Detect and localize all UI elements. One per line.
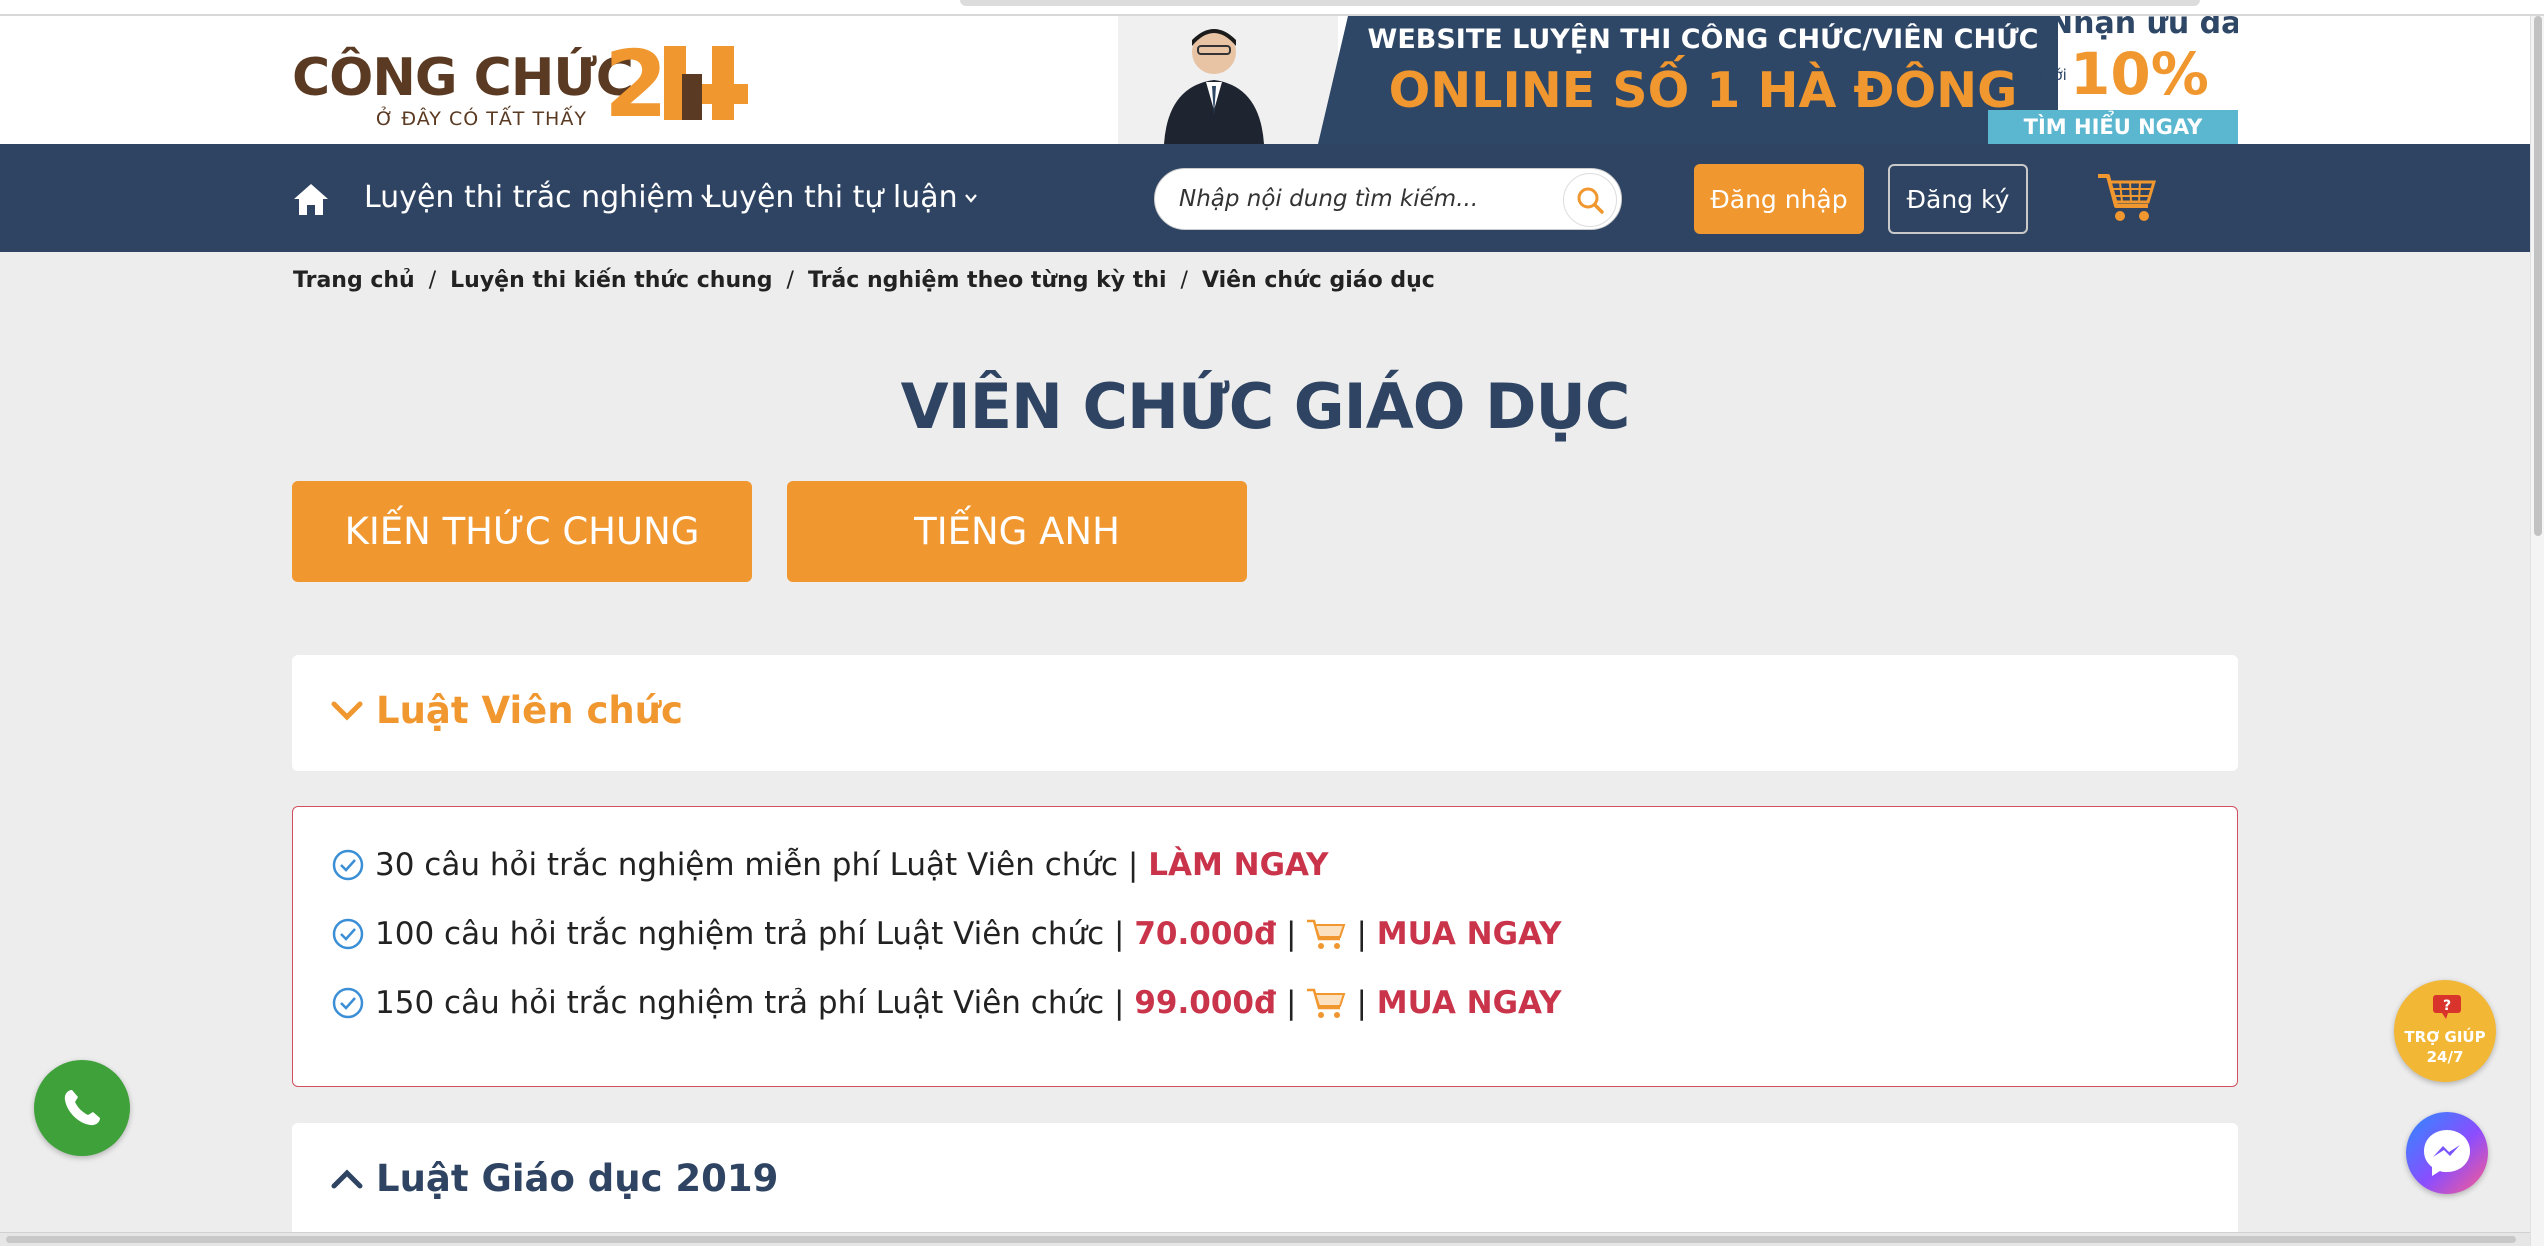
banner-line2: ONLINE SỐ 1 HÀ ĐÔNG (1388, 62, 2018, 119)
phone-icon (64, 1090, 100, 1126)
price: 70.000đ (1134, 916, 1277, 952)
search-box (1154, 168, 1622, 230)
presenter-photo (1164, 29, 1264, 144)
logo-24-mark: 24 2 (604, 40, 748, 122)
buy-now-link[interactable]: MUA NGAY (1377, 985, 1562, 1021)
logo-tagline: Ở ĐÂY CÓ TẤT THẤY (376, 108, 587, 130)
price: 99.000đ (1134, 985, 1277, 1021)
banner-upto-text: Lên tới (2016, 66, 2067, 84)
cart-icon[interactable] (1306, 917, 1346, 951)
check-circle-icon (332, 918, 364, 950)
scrollbar-thumb[interactable] (6, 1236, 2516, 1243)
banner-offer-text: Nhận ưu đãi (2048, 16, 2238, 41)
login-button[interactable]: Đăng nhập (1694, 164, 1864, 234)
scrollbar-thumb[interactable] (2534, 16, 2542, 536)
help-line2: 24/7 (2426, 1048, 2464, 1066)
svg-text:2: 2 (604, 40, 668, 122)
chevron-down-icon (331, 701, 363, 721)
buy-now-link[interactable]: MUA NGAY (1377, 916, 1562, 952)
search-icon (1577, 187, 1604, 214)
breadcrumb-item-current: Viên chức giáo dục (1201, 268, 1435, 293)
promo-banner[interactable]: WEBSITE LUYỆN THI CÔNG CHỨC/VIÊN CHỨC ON… (1118, 16, 2238, 144)
breadcrumb: Trang chủ / Luyện thi kiến thức chung / … (293, 268, 1435, 293)
banner-percent: 10% (2070, 40, 2209, 108)
messenger-button[interactable] (2406, 1112, 2488, 1194)
section-title: Luật Viên chức (376, 689, 683, 732)
list-item: 100 câu hỏi trắc nghiệm trả phí Luật Viê… (331, 916, 1562, 952)
section-body-luat-vien-chuc: 30 câu hỏi trắc nghiệm miễn phí Luật Viê… (292, 806, 2238, 1087)
cart-icon[interactable] (1306, 986, 1346, 1020)
breadcrumb-separator: / (786, 268, 794, 293)
svg-text:?: ? (2443, 998, 2451, 1014)
section-header-luat-vien-chuc[interactable]: Luật Viên chức (292, 655, 2238, 771)
separator: | (1286, 916, 1297, 952)
list-item: 30 câu hỏi trắc nghiệm miễn phí Luật Viê… (331, 847, 1328, 883)
item-text: 100 câu hỏi trắc nghiệm trả phí Luật Viê… (375, 916, 1125, 952)
tab-tieng-anh[interactable]: TIẾNG ANH (787, 481, 1247, 582)
separator: | (1286, 985, 1297, 1021)
breadcrumb-separator: / (1180, 268, 1188, 293)
breadcrumb-item[interactable]: Trang chủ (293, 268, 415, 293)
site-logo[interactable]: CÔNG CHỨC Ở ĐÂY CÓ TẤT THẤY 24 2 (292, 34, 762, 134)
search-input[interactable] (1179, 169, 1549, 229)
help-24-7-button[interactable]: ? TRỢ GIÚP 24/7 (2394, 980, 2496, 1082)
breadcrumb-item[interactable]: Luyện thi kiến thức chung (450, 268, 772, 293)
horizontal-scrollbar[interactable] (0, 1232, 2530, 1246)
do-now-link[interactable]: LÀM NGAY (1148, 847, 1328, 883)
question-bubble-icon: ? (2433, 995, 2461, 1019)
list-item: 150 câu hỏi trắc nghiệm trả phí Luật Viê… (331, 985, 1562, 1021)
breadcrumb-item[interactable]: Trắc nghiệm theo từng kỳ thi (808, 268, 1167, 293)
separator: | (1356, 985, 1367, 1021)
page-title: VIÊN CHỨC GIÁO DỤC (900, 370, 1631, 443)
item-text: 150 câu hỏi trắc nghiệm trả phí Luật Viê… (375, 985, 1125, 1021)
check-circle-icon (332, 987, 364, 1019)
separator: | (1356, 916, 1367, 952)
nav-item-trac-nghiem[interactable]: Luyện thi trắc nghiệm (364, 180, 714, 215)
chevron-down-icon (964, 193, 977, 203)
banner-cta-button[interactable]: TÌM HIỂU NGAY (1988, 110, 2238, 144)
search-button[interactable] (1563, 173, 1617, 227)
logo-text: CÔNG CHỨC (292, 48, 634, 108)
banner-photo-area (1118, 16, 1338, 144)
browser-top-strip (0, 0, 2544, 16)
main-navbar: Luyện thi trắc nghiệm Luyện thi tự luận … (0, 144, 2530, 252)
phone-call-button[interactable] (34, 1060, 130, 1156)
section-header-luat-giao-duc[interactable]: Luật Giáo dục 2019 (292, 1123, 2238, 1243)
banner-headline-panel: WEBSITE LUYỆN THI CÔNG CHỨC/VIÊN CHỨC ON… (1318, 16, 2088, 144)
nav-item-label: Luyện thi trắc nghiệm (364, 180, 695, 215)
help-line1: TRỢ GIÚP (2404, 1028, 2486, 1046)
home-icon[interactable] (292, 182, 330, 216)
messenger-icon (2424, 1130, 2470, 1176)
vertical-scrollbar[interactable] (2530, 16, 2544, 1246)
banner-offer-panel: Nhận ưu đãi Lên tới 10% TÌM HIỂU NGAY (1988, 16, 2238, 144)
section-title: Luật Giáo dục 2019 (376, 1157, 779, 1200)
nav-item-label: Luyện thi tự luận (704, 180, 958, 215)
check-circle-icon (332, 849, 364, 881)
breadcrumb-separator: / (428, 268, 437, 293)
register-button[interactable]: Đăng ký (1888, 164, 2028, 234)
nav-item-tu-luan[interactable]: Luyện thi tự luận (704, 180, 978, 215)
tab-kien-thuc-chung[interactable]: KIẾN THỨC CHUNG (292, 481, 752, 582)
item-text: 30 câu hỏi trắc nghiệm miễn phí Luật Viê… (375, 847, 1139, 883)
browser-address-pill (960, 0, 2200, 6)
cart-icon[interactable] (2096, 170, 2158, 226)
site-header: CÔNG CHỨC Ở ĐÂY CÓ TẤT THẤY 24 2 WEBSITE… (0, 16, 2530, 144)
chevron-up-icon (331, 1169, 363, 1189)
banner-line1: WEBSITE LUYỆN THI CÔNG CHỨC/VIÊN CHỨC (1367, 24, 2039, 55)
